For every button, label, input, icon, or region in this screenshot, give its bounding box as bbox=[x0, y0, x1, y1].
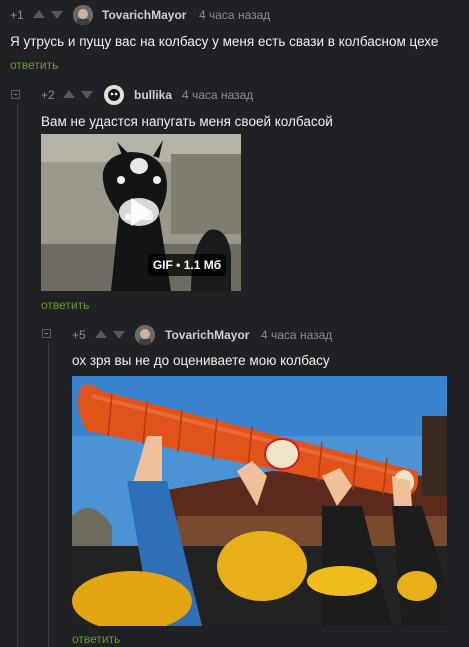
comment-1-time: 4 часа назад bbox=[199, 8, 271, 22]
thread-line[interactable] bbox=[48, 342, 49, 647]
sausage-photo[interactable] bbox=[72, 376, 447, 626]
comment-1-text: Я утрусь и пущу вас на колбасу у меня ес… bbox=[10, 34, 439, 49]
upvote-icon[interactable] bbox=[95, 330, 107, 338]
comment-1-reply-link[interactable]: ответить bbox=[10, 58, 58, 72]
comment-3-reply-link[interactable]: ответить bbox=[72, 632, 120, 646]
comment-3-text: ох зря вы не до оцениваете мою колбасу bbox=[72, 353, 330, 368]
collapse-icon[interactable] bbox=[11, 90, 20, 99]
collapse-icon[interactable] bbox=[42, 329, 51, 338]
avatar[interactable] bbox=[104, 85, 124, 105]
avatar[interactable] bbox=[73, 5, 93, 25]
play-icon[interactable] bbox=[131, 198, 153, 226]
comment-2-rating: +2 bbox=[41, 88, 55, 102]
gif-badge: GIF • 1.1 Мб bbox=[148, 254, 226, 276]
gif-type-label: GIF bbox=[152, 258, 173, 272]
comment-2-reply-link[interactable]: ответить bbox=[41, 298, 89, 312]
comment-3-username[interactable]: TovarichMayor bbox=[165, 328, 249, 342]
comment-2-time: 4 часа назад bbox=[182, 88, 254, 102]
comment-1-username[interactable]: TovarichMayor bbox=[102, 8, 186, 22]
comment-1-rating: +1 bbox=[10, 8, 24, 22]
thread-line[interactable] bbox=[17, 104, 18, 647]
photo-image bbox=[72, 376, 447, 626]
avatar[interactable] bbox=[135, 325, 155, 345]
upvote-icon[interactable] bbox=[33, 10, 45, 18]
comment-2-text: Вам не удастся напугать меня своей колба… bbox=[41, 114, 333, 129]
downvote-icon[interactable] bbox=[81, 91, 93, 99]
downvote-icon[interactable] bbox=[51, 11, 63, 19]
downvote-icon[interactable] bbox=[113, 331, 125, 339]
gif-thumbnail[interactable]: GIF • 1.1 Мб bbox=[41, 134, 241, 291]
comment-3-rating: +5 bbox=[72, 328, 86, 342]
comment-2-username[interactable]: bullika bbox=[134, 88, 172, 102]
upvote-icon[interactable] bbox=[63, 90, 75, 98]
comment-3-time: 4 часа назад bbox=[261, 328, 333, 342]
gif-size-label: 1.1 Мб bbox=[183, 258, 222, 272]
